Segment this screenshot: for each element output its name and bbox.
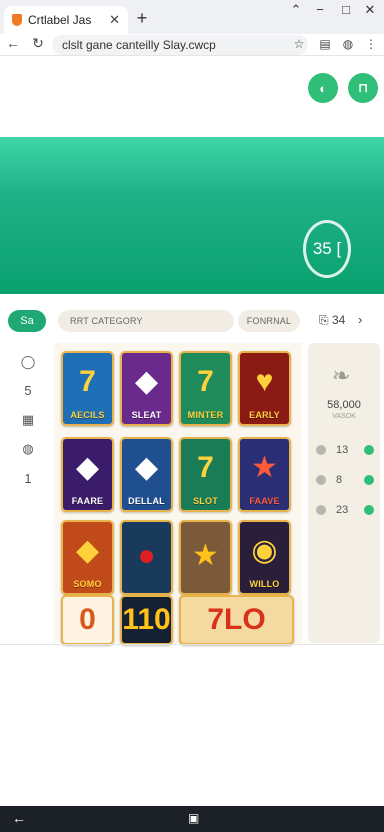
- stat-row: 23: [314, 504, 376, 519]
- game-tile-art: ♥: [255, 364, 274, 398]
- rail-grid-icon[interactable]: ▦: [10, 412, 46, 428]
- game-tile-label: EARLY: [249, 410, 280, 420]
- stat-icon: [316, 475, 326, 485]
- game-tile-label: SLEAT: [131, 410, 162, 420]
- rail-camera-icon[interactable]: ◍: [10, 441, 46, 457]
- system-home-icon[interactable]: ▣: [188, 811, 199, 825]
- game-tile[interactable]: 0: [61, 595, 114, 645]
- game-tile[interactable]: ◆ SOMO: [61, 520, 114, 595]
- gift-icon: ⎘: [319, 313, 332, 327]
- game-tile[interactable]: ◉ WILLO: [238, 520, 291, 595]
- stat-value: 8: [336, 474, 343, 486]
- game-tile-label: MINTER: [187, 410, 224, 420]
- profile-icon[interactable]: ◍: [341, 37, 355, 51]
- game-tile[interactable]: ★: [179, 520, 232, 595]
- jackpot-amount: 58,000: [327, 399, 361, 411]
- system-back-icon[interactable]: ←: [12, 810, 26, 826]
- game-count: ⎘ 34: [319, 313, 345, 328]
- tab-close-icon[interactable]: ✕: [109, 12, 120, 28]
- account-button[interactable]: ⊓: [348, 73, 378, 103]
- menu-kebab-icon[interactable]: ⋮: [364, 37, 378, 51]
- stat-value: 13: [336, 444, 349, 456]
- game-tile[interactable]: 7 AECILS: [61, 351, 114, 426]
- game-count-value: 34: [331, 313, 346, 327]
- game-tile[interactable]: ★ FAAVE: [238, 437, 291, 512]
- maximize-button[interactable]: □: [338, 2, 354, 17]
- status-dot-icon: [364, 445, 374, 455]
- game-tile-art: 110: [122, 603, 171, 636]
- countdown-timer: 35 [: [303, 220, 351, 278]
- game-tile-art: ◆: [75, 533, 100, 567]
- site-favicon-icon: [12, 14, 22, 26]
- game-tile[interactable]: 7 SLOT: [179, 437, 232, 512]
- browser-tab[interactable]: Crtlabel Jas ✕: [4, 6, 128, 34]
- game-tile[interactable]: ◆ SLEAT: [120, 351, 173, 426]
- address-bar[interactable]: clslt gane canteilly Slay.cwcp: [52, 35, 308, 55]
- game-tile-art: 7LO: [207, 603, 266, 636]
- game-tile-label: WILLO: [249, 579, 280, 589]
- game-tile[interactable]: 7LO: [179, 595, 294, 645]
- game-tile-art: 0: [79, 603, 96, 636]
- stat-value: 23: [336, 504, 349, 516]
- content-divider: [0, 644, 384, 645]
- game-tile[interactable]: ♥ EARLY: [238, 351, 291, 426]
- game-tile[interactable]: ◆ FAARE: [61, 437, 114, 512]
- chevron-right-icon[interactable]: ›: [358, 312, 362, 327]
- jackpot-label: VASOK: [332, 413, 356, 420]
- game-tile-label: SLOT: [193, 496, 218, 506]
- status-dot-icon: [364, 505, 374, 515]
- minimize-button[interactable]: −: [312, 2, 328, 17]
- status-dot-icon: [364, 475, 374, 485]
- leaf-icon: ❧: [332, 363, 351, 388]
- category-search-input[interactable]: RRT CATEGORY: [58, 310, 234, 332]
- game-tile[interactable]: 110: [120, 595, 173, 645]
- browser-toolbar: ← ↻ clslt gane canteilly Slay.cwcp ☆ ▤ ◍…: [0, 34, 384, 56]
- close-window-button[interactable]: ✕: [362, 2, 378, 18]
- rail-number-item[interactable]: 1: [10, 471, 46, 486]
- game-tile-art: 7: [197, 364, 214, 398]
- game-tile-art: ●: [137, 538, 156, 572]
- stat-icon: [316, 445, 326, 455]
- game-tile-art: ◆: [134, 450, 159, 484]
- stat-icon: [316, 505, 326, 515]
- game-tile-label: SOMO: [73, 579, 102, 589]
- stat-row: 13: [314, 444, 376, 459]
- game-tile-art: 7: [79, 364, 96, 398]
- game-tile[interactable]: ◆ DELLAL: [120, 437, 173, 512]
- game-tile[interactable]: 7 MINTER: [179, 351, 232, 426]
- reload-icon[interactable]: ↻: [31, 35, 45, 52]
- game-tile-label: AECILS: [70, 410, 105, 420]
- game-tile[interactable]: ●: [120, 520, 173, 595]
- tab-search-icon[interactable]: ⌃: [288, 2, 304, 18]
- rail-number-item[interactable]: 5: [10, 383, 46, 398]
- system-nav-bar: ← ▣: [0, 806, 384, 832]
- stat-row: 8: [314, 474, 376, 489]
- reading-list-icon[interactable]: ▤: [318, 37, 332, 51]
- rail-clock-icon[interactable]: ◯: [10, 354, 46, 370]
- game-tile-art: ◆: [75, 450, 100, 484]
- game-tile-label: DELLAL: [128, 496, 165, 506]
- tab-title: Crtlabel Jas: [28, 13, 92, 27]
- bookmark-star-icon[interactable]: ☆: [292, 37, 306, 51]
- game-tile-art: ★: [251, 450, 278, 484]
- jackpot-panel: ❧ 58,000 VASOK 13 8 23: [308, 343, 380, 643]
- game-tile-label: FAAVE: [249, 496, 280, 506]
- game-tile-label: FAARE: [71, 496, 104, 506]
- game-tile-art: ◉: [251, 533, 278, 567]
- game-tile-art: ★: [192, 538, 219, 572]
- back-arrow-icon[interactable]: ←: [6, 35, 20, 51]
- filter-dropdown[interactable]: FONRNAL: [238, 310, 300, 332]
- game-tile-art: 7: [197, 450, 214, 484]
- rewards-button[interactable]: ◐: [308, 73, 338, 103]
- new-tab-button[interactable]: +: [134, 8, 150, 29]
- game-tile-art: ◆: [134, 364, 159, 398]
- category-active-tab[interactable]: Sa: [8, 310, 46, 332]
- browser-tab-bar: Crtlabel Jas ✕ + ⌃ − □ ✕: [0, 0, 384, 34]
